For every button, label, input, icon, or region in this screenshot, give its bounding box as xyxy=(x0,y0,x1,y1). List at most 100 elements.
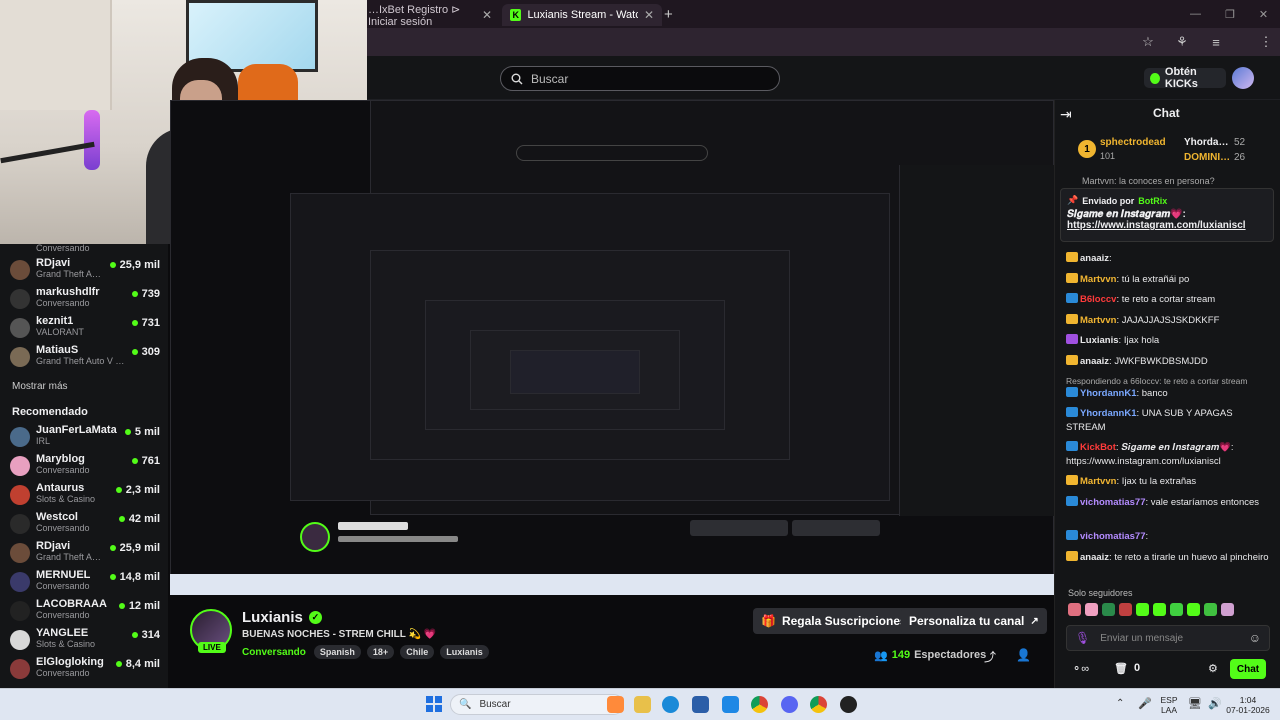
chat-username[interactable]: anaaiz xyxy=(1080,253,1109,264)
chrome-icon[interactable] xyxy=(751,696,768,713)
share-icon[interactable]: ⤴ xyxy=(984,648,996,665)
sidebar-channel-rdjavi[interactable]: RDjaviGrand Theft Auto… 25,9 mil xyxy=(10,540,160,569)
chat-username[interactable]: YhordannK1 xyxy=(1080,388,1136,399)
tag-luxianis[interactable]: Luxianis xyxy=(440,645,489,659)
clock[interactable]: 1:04 07-01-2026 xyxy=(1222,695,1274,715)
language-indicator[interactable]: ESP LAA xyxy=(1158,695,1180,715)
follow-icon[interactable]: 👤 xyxy=(1016,648,1031,662)
new-tab-button[interactable]: + xyxy=(664,6,673,23)
edge-icon[interactable] xyxy=(662,696,679,713)
microphone-icon[interactable]: 🎙 xyxy=(1075,631,1090,645)
send-chat-button[interactable]: Chat xyxy=(1230,659,1266,679)
avatar[interactable] xyxy=(1232,67,1254,89)
live-dot-icon xyxy=(109,545,116,551)
discord-icon[interactable] xyxy=(781,696,798,713)
avatar xyxy=(10,514,30,534)
chat-username[interactable]: anaaiz xyxy=(1080,552,1109,563)
chat-input[interactable]: 🎙 Enviar un mensaje ☺ xyxy=(1066,625,1270,651)
sidebar-channel-westcol[interactable]: Westcol Conversando 42 mil xyxy=(10,511,160,540)
pinned-by[interactable]: BotRix xyxy=(1138,196,1167,206)
sidebar-channel-text: markushdlfr Conversando xyxy=(36,286,126,308)
customize-channel-button[interactable]: Personaliza tu canal ↗ xyxy=(901,608,1047,634)
sidebar-channel-maryblog[interactable]: Maryblog Conversando 761 xyxy=(10,453,160,482)
copilot-icon[interactable] xyxy=(607,696,624,713)
sidebar-channel-elglogloking[interactable]: ElGlogloking Conversando 8,4 mil xyxy=(10,656,160,685)
channel-info-bar: LIVE Luxianis ✓ BUENAS NOCHES - STREM CH… xyxy=(170,595,1054,688)
minimize-icon[interactable]: — xyxy=(1190,8,1201,21)
network-icon[interactable]: 🖥 xyxy=(1188,697,1202,710)
sidebar-viewers: 25,9 mil xyxy=(109,542,160,554)
avatar xyxy=(10,347,30,367)
chat-username[interactable]: vichomatias77 xyxy=(1080,531,1145,542)
chat-username[interactable]: Luxianis xyxy=(1080,335,1119,346)
chat-username[interactable]: Martvvn xyxy=(1080,315,1116,326)
extensions-icon[interactable]: ⚘ xyxy=(1174,34,1190,50)
chrome-profile-icon[interactable] xyxy=(810,696,827,713)
chat-text: JWKFBWKDBSMJDD xyxy=(1114,356,1208,367)
menu-icon[interactable]: ⋮ xyxy=(1258,34,1274,50)
emote-bar[interactable] xyxy=(1068,603,1238,619)
nested-taskbar xyxy=(170,574,1054,595)
stream-category[interactable]: Conversando xyxy=(242,647,306,658)
pinned-link[interactable]: https://www.instagram.com/luxianiscl xyxy=(1067,220,1267,231)
show-more-link[interactable]: Mostrar más xyxy=(12,381,68,392)
sidebar-channel-markushdlfr[interactable]: markushdlfr Conversando 739 xyxy=(10,286,160,315)
media-icon[interactable]: ≡ xyxy=(1208,34,1224,50)
tag-18plus[interactable]: 18+ xyxy=(366,645,395,659)
channel-name[interactable]: Luxianis xyxy=(242,609,303,626)
tag-spanish[interactable]: Spanish xyxy=(313,645,361,659)
sidebar-channel-lacobraaa[interactable]: LACOBRAAA Conversando 12 mil xyxy=(10,598,160,627)
chat-separator: : xyxy=(1109,253,1112,264)
sidebar-channel-text: Antaurus Slots & Casino xyxy=(36,482,110,504)
leaderboard-first-name[interactable]: sphectrodead xyxy=(1100,137,1166,148)
tray-chevron-icon[interactable]: ⌃ xyxy=(1116,698,1124,709)
volume-icon[interactable]: 🔊 xyxy=(1208,697,1222,710)
get-kicks-button[interactable]: Obtén KICKs xyxy=(1144,66,1226,90)
sidebar-channel-keznit1[interactable]: keznit1 VALORANT 731 xyxy=(10,315,160,344)
emoji-icon[interactable]: ☺ xyxy=(1249,631,1261,645)
windows-start-icon[interactable] xyxy=(426,696,442,712)
video-player[interactable] xyxy=(170,100,1054,595)
tab-luxianis-stream[interactable]: K Luxianis Stream - Watch Live o ✕ xyxy=(502,4,662,26)
points-display: 🗑 0 xyxy=(1114,662,1140,675)
sidebar-channel-juanferlamata[interactable]: JuanFerLaMata IRL 5 mil xyxy=(10,424,160,453)
sidebar-channel-yanglee[interactable]: YANGLEE Slots & Casino 314 xyxy=(10,627,160,656)
leaderboard-third-name[interactable]: DOMINI… xyxy=(1184,152,1230,163)
close-icon[interactable]: ✕ xyxy=(644,8,654,22)
sidebar-viewers: 739 xyxy=(131,288,160,300)
kick-points-icon[interactable]: ⚬∞ xyxy=(1072,662,1089,675)
search-input[interactable]: Buscar xyxy=(500,66,780,91)
leaderboard-second-name[interactable]: Yhorda… xyxy=(1184,137,1228,148)
tag-chile[interactable]: Chile xyxy=(400,645,435,659)
outlook-icon[interactable] xyxy=(722,696,739,713)
chat-username[interactable]: YhordannK1 xyxy=(1080,408,1136,419)
chat-message: YhordannK1: UNA SUB Y APAGAS STREAM xyxy=(1066,407,1270,435)
sidebar-status: Conversando xyxy=(36,243,90,253)
store-icon[interactable] xyxy=(692,696,709,713)
obs-icon[interactable] xyxy=(840,696,857,713)
mic-tray-icon[interactable]: 🎤 xyxy=(1138,697,1152,710)
collapse-chat-icon[interactable]: ⇥ xyxy=(1060,106,1072,123)
close-icon[interactable]: ✕ xyxy=(482,8,492,22)
chat-username[interactable]: B6loccv xyxy=(1080,294,1116,305)
close-window-icon[interactable]: ✕ xyxy=(1259,8,1268,21)
taskbar-search[interactable]: 🔍 Buscar xyxy=(450,694,624,715)
chat-username[interactable]: KickBot xyxy=(1080,442,1116,453)
chat-username[interactable]: Martvvn xyxy=(1080,476,1116,487)
chat-username[interactable]: Martvvn xyxy=(1080,274,1116,285)
sidebar-channel-mernuel[interactable]: MERNUEL Conversando 14,8 mil xyxy=(10,569,160,598)
avatar xyxy=(10,456,30,476)
chat-username[interactable]: anaaiz xyxy=(1080,356,1109,367)
gift-subs-button[interactable]: 🎁 Regala Suscripciones xyxy=(753,608,915,634)
chat-username[interactable]: vichomatias77 xyxy=(1080,497,1145,508)
tab-registro[interactable]: …IxBet Registro ⊳ Iniciar sesión ✕ xyxy=(360,4,500,28)
gear-icon[interactable]: ⚙ xyxy=(1208,662,1218,675)
file-explorer-icon[interactable] xyxy=(634,696,651,713)
sidebar-viewers: 761 xyxy=(131,455,160,467)
sidebar-channel-matiaus[interactable]: MatiauS Grand Theft Auto V (G… 309 xyxy=(10,344,160,373)
star-icon[interactable]: ☆ xyxy=(1140,34,1156,50)
sidebar-channel-antaurus[interactable]: Antaurus Slots & Casino 2,3 mil xyxy=(10,482,160,511)
sidebar-channel-rdjavi[interactable]: RDjaviGrand Theft Auto… 25,9 mil xyxy=(10,257,160,286)
restore-icon[interactable]: ❐ xyxy=(1225,8,1235,21)
avatar xyxy=(10,260,30,280)
